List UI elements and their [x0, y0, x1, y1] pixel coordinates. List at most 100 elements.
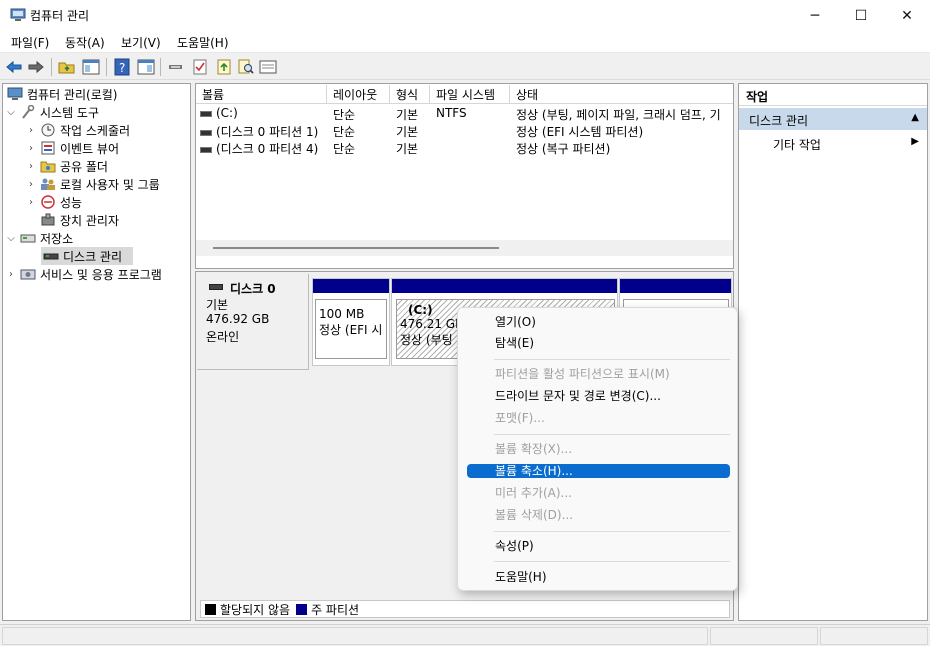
up-folder-icon[interactable]: [58, 58, 76, 76]
menu-item-extend-volume[interactable]: 볼륨 확장(X)...: [467, 442, 730, 456]
partition-efi[interactable]: 100 MB 정상 (EFI 시: [312, 278, 390, 366]
maximize-button[interactable]: ☐: [838, 0, 884, 31]
chevron-right-icon[interactable]: ›: [25, 143, 37, 154]
svg-text:?: ?: [119, 61, 125, 75]
column-status[interactable]: 상태: [510, 85, 733, 104]
chevron-right-icon[interactable]: ›: [25, 179, 37, 190]
menu-view[interactable]: 보기(V): [121, 34, 161, 51]
tree-item-disk-management[interactable]: 디스크 관리: [41, 247, 133, 265]
horizontal-scrollbar[interactable]: [196, 240, 733, 256]
actions-section-disk-management[interactable]: 디스크 관리 ▲: [739, 108, 927, 130]
tree-label: 서비스 및 응용 프로그램: [40, 267, 162, 282]
volume-layout: 단순: [333, 142, 356, 156]
tree-item-device-manager[interactable]: 장치 관리자: [37, 211, 119, 229]
volume-layout: 단순: [333, 108, 356, 122]
table-row[interactable]: (C:) 단순 기본 NTFS 정상 (부팅, 페이지 파일, 크래시 덤프, …: [196, 105, 733, 122]
chevron-down-icon[interactable]: ⌵: [5, 107, 17, 118]
title-bar[interactable]: 컴퓨터 관리 ─ ☐ ✕: [0, 0, 930, 31]
volume-name: (C:): [216, 106, 238, 120]
actions-title: 작업: [739, 84, 927, 106]
tree-item-storage[interactable]: ⌵ 저장소: [5, 229, 73, 247]
legend-primary-swatch: [296, 603, 308, 615]
help-icon[interactable]: ?: [113, 58, 131, 76]
status-segment: [820, 627, 928, 645]
tree-item-event-viewer[interactable]: › 이벤트 뷰어: [25, 139, 119, 157]
disk-size: 476.92 GB: [206, 312, 270, 326]
menu-action[interactable]: 동작(A): [65, 34, 105, 51]
minimize-button[interactable]: ─: [792, 0, 838, 31]
disk-status: 온라인: [206, 330, 240, 344]
partition-size: 100 MB: [319, 307, 365, 321]
tree-label: 작업 스케줄러: [60, 123, 131, 138]
menu-item-change-drive-letter[interactable]: 드라이브 문자 및 경로 변경(C)...: [467, 389, 730, 403]
volume-icon: [200, 146, 212, 153]
menu-item-add-mirror[interactable]: 미러 추가(A)...: [467, 486, 730, 500]
tree-item-shared-folders[interactable]: › 공유 폴더: [25, 157, 108, 175]
menu-item-mark-active[interactable]: 파티션을 활성 파티션으로 표시(M): [467, 367, 730, 381]
legend-unallocated-label: 할당되지 않음: [220, 602, 291, 617]
disk-info[interactable]: 디스크 0 기본 476.92 GB 온라인: [197, 274, 309, 370]
menu-item-shrink-volume[interactable]: 볼륨 축소(H)...: [467, 464, 730, 478]
column-type[interactable]: 형식: [390, 85, 430, 104]
volume-status: 정상 (부팅, 페이지 파일, 크래시 덤프, 기: [516, 108, 721, 122]
connect-icon[interactable]: [167, 58, 185, 76]
menu-item-help[interactable]: 도움말(H): [467, 570, 730, 584]
scrollbar-thumb[interactable]: [213, 247, 499, 249]
show-pane-icon[interactable]: [137, 58, 155, 76]
collapse-up-icon[interactable]: ▲: [911, 112, 919, 123]
check-list-icon[interactable]: [191, 58, 209, 76]
partition-status: 정상 (EFI 시: [319, 323, 383, 337]
import-icon[interactable]: [215, 58, 233, 76]
status-bar: [0, 624, 930, 646]
column-file-system[interactable]: 파일 시스템: [430, 85, 510, 104]
table-row[interactable]: (디스크 0 파티션 1) 단순 기본 정상 (EFI 시스템 파티션): [196, 122, 733, 139]
column-layout[interactable]: 레이아웃: [327, 85, 390, 104]
tree-label: 저장소: [40, 231, 74, 246]
actions-more-item[interactable]: 기타 작업 ▶: [739, 133, 927, 153]
tree-label: 이벤트 뷰어: [60, 141, 120, 156]
menu-item-delete-volume[interactable]: 볼륨 삭제(D)...: [467, 508, 730, 522]
console-tree-icon[interactable]: [82, 58, 100, 76]
computer-management-icon: [10, 8, 26, 22]
chevron-right-icon[interactable]: ›: [25, 161, 37, 172]
close-button[interactable]: ✕: [884, 0, 930, 31]
legend: 할당되지 않음 주 파티션: [200, 600, 730, 618]
tree-label: 시스템 도구: [40, 105, 100, 120]
tree-item-performance[interactable]: › 성능: [25, 193, 82, 211]
menu-item-explore[interactable]: 탐색(E): [467, 336, 730, 350]
maximize-icon: ☐: [854, 7, 868, 24]
back-arrow-icon[interactable]: [5, 58, 23, 76]
services-icon: [20, 267, 36, 281]
menu-file[interactable]: 파일(F): [11, 34, 49, 51]
table-row[interactable]: (디스크 0 파티션 4) 단순 기본 정상 (복구 파티션): [196, 139, 733, 156]
chevron-down-icon[interactable]: ⌵: [5, 233, 17, 244]
tree-item-services[interactable]: › 서비스 및 응용 프로그램: [5, 265, 162, 283]
tree-item-system-tools[interactable]: ⌵ 시스템 도구: [5, 103, 99, 121]
tree-label: 디스크 관리: [63, 249, 123, 264]
search-icon[interactable]: [237, 58, 255, 76]
tree-item-task-scheduler[interactable]: › 작업 스케줄러: [25, 121, 130, 139]
tree-label: 로컬 사용자 및 그룹: [60, 177, 160, 192]
menu-item-format[interactable]: 포맷(F)...: [467, 411, 730, 425]
volume-icon: [200, 110, 212, 117]
tree-item-local-users[interactable]: › 로컬 사용자 및 그룹: [25, 175, 160, 193]
volume-icon: [200, 129, 212, 136]
chevron-right-icon[interactable]: ›: [25, 197, 37, 208]
menu-item-properties[interactable]: 속성(P): [467, 539, 730, 553]
menu-help[interactable]: 도움말(H): [177, 34, 229, 51]
volume-status: 정상 (복구 파티션): [516, 142, 611, 156]
actions-pane: 작업 디스크 관리 ▲ 기타 작업 ▶: [738, 83, 928, 621]
column-volume[interactable]: 볼륨: [196, 85, 327, 104]
minimize-icon: ─: [810, 7, 820, 24]
close-icon: ✕: [901, 7, 913, 24]
volume-file-system: NTFS: [436, 106, 467, 120]
chevron-right-icon[interactable]: ›: [5, 269, 17, 280]
forward-arrow-icon[interactable]: [27, 58, 45, 76]
menu-item-open[interactable]: 열기(O): [467, 315, 730, 329]
tree-item-root[interactable]: 컴퓨터 관리(로컬): [5, 85, 117, 103]
chevron-right-icon[interactable]: ›: [25, 125, 37, 136]
partition-bar: [392, 279, 617, 293]
properties-icon[interactable]: [259, 58, 277, 76]
volume-type: 기본: [396, 142, 419, 156]
window-title: 컴퓨터 관리: [30, 9, 90, 23]
